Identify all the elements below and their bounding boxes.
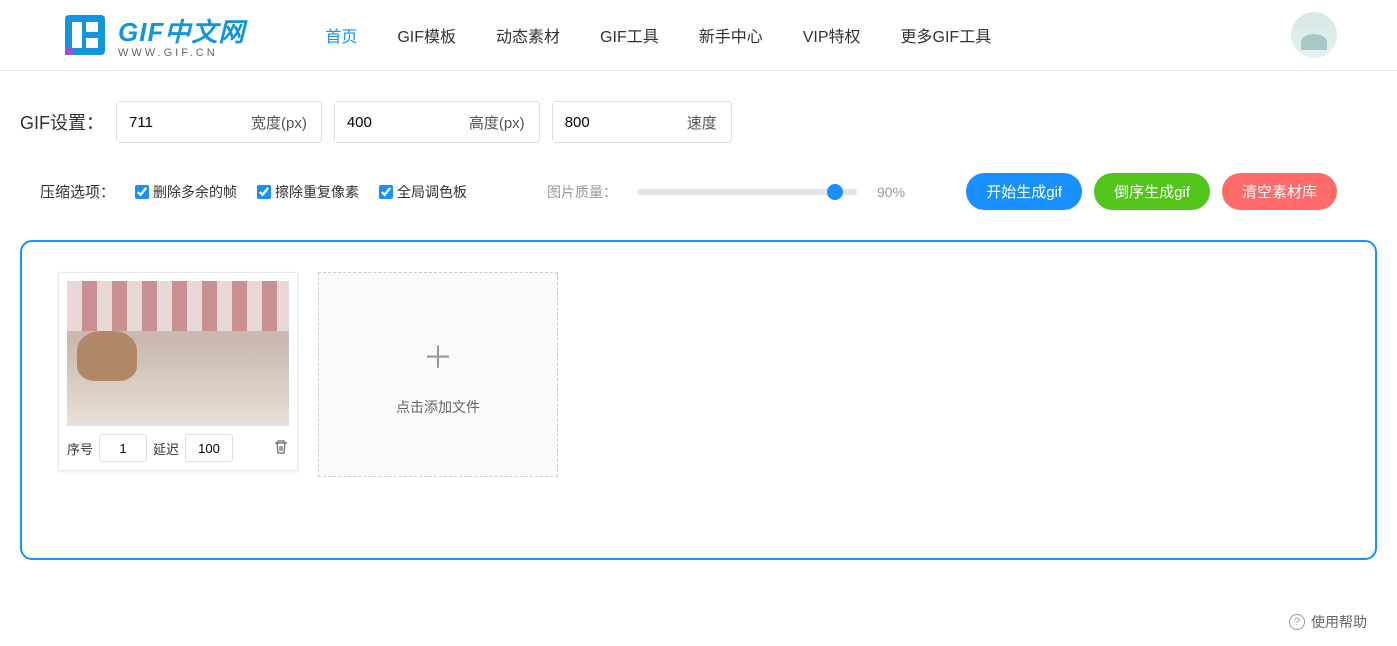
header: GIF中文网 WWW.GIF.CN 首页 GIF模板 动态素材 GIF工具 新手…: [0, 0, 1397, 71]
checkbox-remove-frames-input[interactable]: [135, 185, 149, 199]
speed-suffix: 速度: [673, 112, 731, 133]
help-icon: ?: [1289, 614, 1305, 630]
trash-icon[interactable]: [273, 439, 289, 458]
speed-input-group: 速度: [552, 101, 732, 143]
checkbox-global-palette-input[interactable]: [379, 185, 393, 199]
user-avatar[interactable]: [1291, 12, 1337, 58]
checkbox-global-palette-label: 全局调色板: [397, 182, 467, 202]
checkbox-remove-frames[interactable]: 删除多余的帧: [135, 182, 237, 202]
checkbox-erase-pixels-input[interactable]: [257, 185, 271, 199]
speed-input[interactable]: [553, 102, 673, 142]
clear-materials-button[interactable]: 清空素材库: [1222, 173, 1337, 210]
frame-delay-label: 延迟: [153, 439, 179, 458]
plus-icon: ＋: [423, 333, 453, 377]
checkbox-erase-pixels-label: 擦除重复像素: [275, 182, 359, 202]
main-nav: 首页 GIF模板 动态素材 GIF工具 新手中心 VIP特权 更多GIF工具: [325, 23, 1291, 47]
nav-more[interactable]: 更多GIF工具: [901, 23, 992, 47]
compress-options-row: 压缩选项： 删除多余的帧 擦除重复像素 全局调色板 图片质量： 90% 开始生成…: [0, 163, 1397, 230]
start-generate-button[interactable]: 开始生成gif: [966, 173, 1082, 210]
quality-slider[interactable]: [637, 189, 857, 195]
logo-subtitle: WWW.GIF.CN: [118, 47, 245, 59]
quality-value: 90%: [877, 184, 905, 200]
checkbox-erase-pixels[interactable]: 擦除重复像素: [257, 182, 359, 202]
nav-materials[interactable]: 动态素材: [496, 23, 560, 47]
height-input[interactable]: [335, 102, 455, 142]
add-file-label: 点击添加文件: [396, 397, 480, 417]
frames-canvas: 序号 延迟 ＋ 点击添加文件: [20, 240, 1377, 560]
help-label: 使用帮助: [1311, 612, 1367, 632]
width-input-group: 宽度(px): [116, 101, 322, 143]
frame-seq-input[interactable]: [99, 434, 147, 462]
checkbox-remove-frames-label: 删除多余的帧: [153, 182, 237, 202]
checkbox-global-palette[interactable]: 全局调色板: [379, 182, 467, 202]
logo[interactable]: GIF中文网 WWW.GIF.CN: [60, 10, 245, 60]
settings-label: GIF设置：: [20, 109, 104, 135]
nav-home[interactable]: 首页: [325, 23, 357, 47]
nav-templates[interactable]: GIF模板: [397, 23, 456, 47]
frame-controls: 序号 延迟: [67, 434, 289, 462]
nav-newbie[interactable]: 新手中心: [699, 23, 763, 47]
quality-slider-wrap: 90%: [637, 184, 905, 200]
frame-thumbnail: [67, 281, 289, 426]
height-input-group: 高度(px): [334, 101, 540, 143]
quality-label: 图片质量：: [547, 182, 617, 202]
width-input[interactable]: [117, 102, 237, 142]
width-suffix: 宽度(px): [237, 112, 321, 133]
height-suffix: 高度(px): [455, 112, 539, 133]
add-file-card[interactable]: ＋ 点击添加文件: [318, 272, 558, 477]
frame-card[interactable]: 序号 延迟: [58, 272, 298, 471]
nav-vip[interactable]: VIP特权: [803, 23, 861, 47]
slider-thumb[interactable]: [827, 184, 843, 200]
frame-seq-label: 序号: [67, 439, 93, 458]
compress-label: 压缩选项：: [40, 181, 115, 202]
logo-title: GIF中文网: [118, 12, 245, 49]
logo-icon: [60, 10, 110, 60]
action-buttons: 开始生成gif 倒序生成gif 清空素材库: [966, 173, 1337, 210]
frame-delay-input[interactable]: [185, 434, 233, 462]
reverse-generate-button[interactable]: 倒序生成gif: [1094, 173, 1210, 210]
help-link[interactable]: ? 使用帮助: [1289, 612, 1367, 632]
gif-settings-row: GIF设置： 宽度(px) 高度(px) 速度: [0, 71, 1397, 163]
nav-tools[interactable]: GIF工具: [600, 23, 659, 47]
